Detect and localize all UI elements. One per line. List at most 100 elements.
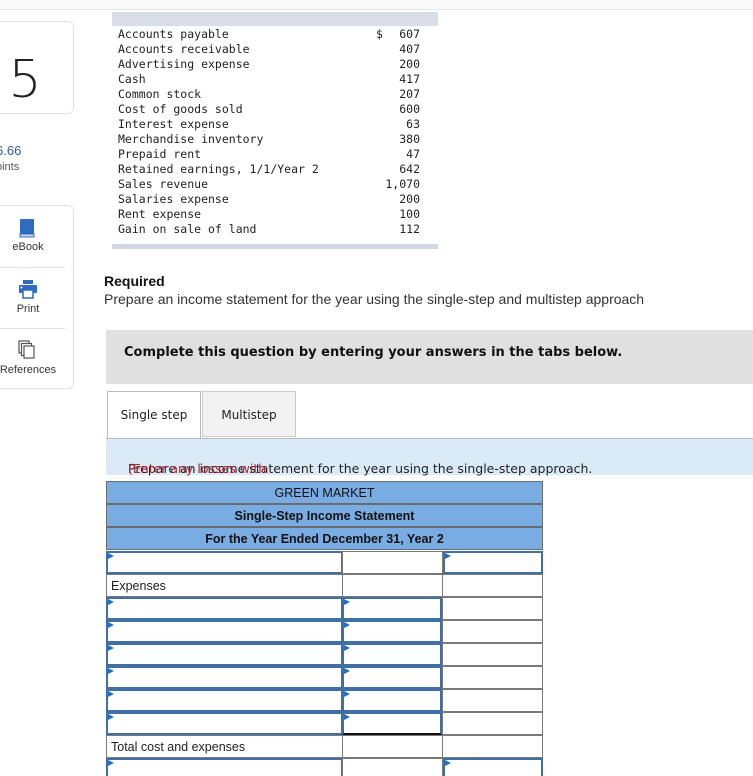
data-row: Cash 417 [112, 72, 438, 87]
expense-amount-input[interactable] [342, 712, 442, 735]
account-value: 607 [399, 27, 420, 41]
expense-amount-input[interactable] [342, 597, 442, 620]
account-value: 47 [406, 147, 420, 161]
account-value: 642 [399, 162, 420, 176]
net-income-label-input[interactable] [106, 758, 343, 776]
total-cost-expenses-value [442, 735, 543, 758]
points-value: 6.66 [0, 143, 22, 158]
data-row: Accounts receivable 407 [112, 42, 438, 57]
data-row: Salaries expense 200 [112, 192, 438, 207]
data-row: Sales revenue 1,070 [112, 177, 438, 192]
empty-cell [442, 712, 543, 735]
expenses-label: Expenses [106, 574, 343, 597]
expense-amount-input[interactable] [342, 666, 442, 689]
account-value: 1,070 [385, 177, 420, 191]
data-row: Rent expense 100 [112, 207, 438, 222]
ebook-label: eBook [12, 241, 44, 253]
data-row: Gain on sale of land 112 [112, 222, 438, 237]
top-bar [0, 0, 753, 10]
data-row: Accounts payable $ 607 [112, 27, 438, 42]
instruction-box: Complete this question by entering your … [106, 330, 753, 384]
empty-cell [442, 597, 543, 620]
account-value: 417 [399, 72, 420, 86]
expense-amount-input[interactable] [342, 689, 442, 712]
expense-amount-input[interactable] [342, 620, 442, 643]
data-row: Common stock 207 [112, 87, 438, 102]
account-name: Common stock [118, 87, 202, 101]
tools-panel: eBook Print References [0, 205, 74, 389]
expense-label-input[interactable] [106, 712, 343, 735]
empty-cell [342, 574, 443, 597]
required-heading: Required [104, 273, 165, 289]
account-value: 112 [399, 222, 420, 236]
expense-label-input[interactable] [106, 597, 343, 620]
expense-label-input[interactable] [106, 689, 343, 712]
tab-instruction: Prepare an income statement for the year… [106, 438, 753, 476]
tab-single-step[interactable]: Single step [107, 391, 201, 438]
account-value: 600 [399, 102, 420, 116]
expense-label-input[interactable] [106, 666, 343, 689]
account-name: Cash [118, 72, 146, 86]
data-row: Retained earnings, 1/1/Year 2 642 [112, 162, 438, 177]
expense-amount-input[interactable] [342, 643, 442, 666]
account-value: 380 [399, 132, 420, 146]
account-name: Prepaid rent [118, 147, 202, 161]
expense-label-input[interactable] [106, 643, 343, 666]
ebook-button[interactable]: eBook [0, 206, 65, 267]
references-icon [18, 340, 35, 359]
account-name: Accounts payable [118, 27, 229, 41]
total-cost-expenses-label: Total cost and expenses [106, 735, 343, 758]
print-button[interactable]: Print [0, 267, 65, 328]
revenue-amount-input[interactable] [443, 551, 543, 574]
account-name: Salaries expense [118, 192, 229, 206]
empty-cell [342, 758, 443, 776]
account-name: Rent expense [118, 207, 202, 221]
empty-cell [342, 735, 443, 758]
book-icon [19, 219, 35, 238]
table-top-bar [112, 12, 438, 26]
account-name: Retained earnings, 1/1/Year 2 [118, 162, 319, 176]
account-value: 200 [399, 57, 420, 71]
account-value: 207 [399, 87, 420, 101]
printer-icon [19, 280, 37, 299]
statement-company: GREEN MARKET [106, 481, 543, 504]
empty-cell [442, 643, 543, 666]
account-name: Sales revenue [118, 177, 209, 191]
references-button[interactable]: References [0, 328, 65, 389]
tab-instruction-note: (Enter any losses with [128, 461, 267, 476]
data-row: Cost of goods sold 600 [112, 102, 438, 117]
currency-symbol: $ [376, 27, 383, 41]
revenue-label-input[interactable] [106, 551, 343, 574]
account-name: Advertising expense [118, 57, 250, 71]
account-data-table: Accounts payable $ 607 Accounts receivab… [112, 12, 438, 249]
net-income-amount-input[interactable] [443, 758, 543, 776]
account-name: Accounts receivable [118, 42, 250, 56]
print-label: Print [16, 303, 40, 315]
empty-cell [342, 551, 443, 574]
data-row: Interest expense 63 [112, 117, 438, 132]
account-name: Merchandise inventory [118, 132, 264, 146]
account-value: 407 [399, 42, 420, 56]
tab-multistep[interactable]: Multistep [202, 391, 296, 437]
account-name: Interest expense [118, 117, 229, 131]
empty-cell [442, 689, 543, 712]
account-value: 200 [399, 192, 420, 206]
account-value: 63 [406, 117, 420, 131]
data-row: Merchandise inventory 380 [112, 132, 438, 147]
points-label: oints [0, 161, 20, 173]
question-number-card: 5 [0, 21, 74, 114]
instruction-text: Complete this question by entering your … [124, 345, 623, 360]
table-bottom-bar [112, 244, 438, 249]
data-row: Prepaid rent 47 [112, 147, 438, 162]
account-name: Cost of goods sold [118, 102, 243, 116]
data-row: Advertising expense 200 [112, 57, 438, 72]
account-value: 100 [399, 207, 420, 221]
empty-cell [442, 574, 543, 597]
references-label: References [0, 364, 57, 376]
statement-title: Single-Step Income Statement [106, 504, 543, 527]
statement-period: For the Year Ended December 31, Year 2 [106, 527, 543, 550]
expense-label-input[interactable] [106, 620, 343, 643]
empty-cell [442, 666, 543, 689]
account-name: Gain on sale of land [118, 222, 257, 236]
question-number: 5 [8, 50, 42, 110]
